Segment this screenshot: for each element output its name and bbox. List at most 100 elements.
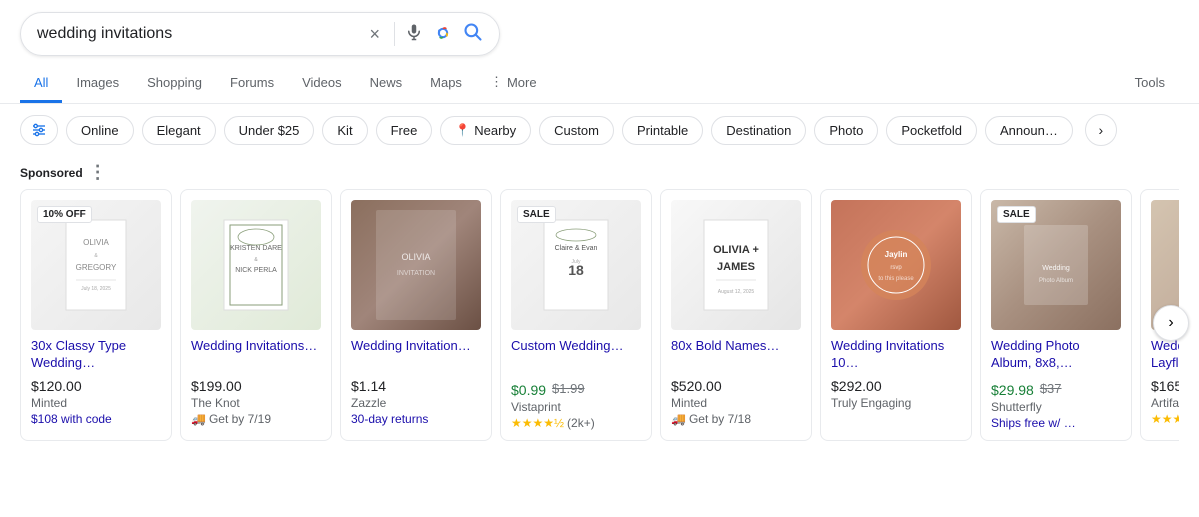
chip-nearby[interactable]: 📍 Nearby [440, 116, 531, 145]
product-seller: Artifact Uprisi… [1151, 396, 1179, 410]
product-rating: ★★★★½ (2k+) [511, 416, 641, 430]
svg-text:August 12, 2025: August 12, 2025 [718, 289, 755, 295]
product-image: SALE Claire & Evan July 18 [511, 200, 641, 330]
search-icon[interactable] [463, 22, 483, 47]
product-price: $165.00 [1151, 378, 1179, 394]
svg-text:July 18, 2025: July 18, 2025 [81, 286, 111, 292]
chip-custom[interactable]: Custom [539, 116, 614, 145]
tab-maps[interactable]: Maps [416, 65, 476, 103]
svg-text:Wedding: Wedding [1042, 265, 1070, 272]
product-seller: Minted [671, 396, 801, 410]
filter-chips: Online Elegant Under $25 Kit Free 📍 Near… [0, 104, 1199, 156]
sponsored-header: Sponsored ⋮ [0, 156, 1199, 189]
svg-text:GREGORY: GREGORY [76, 263, 117, 272]
product-price: $1.14 [351, 378, 481, 394]
svg-text:OLIVIA +: OLIVIA + [713, 244, 759, 256]
product-badge: SALE [997, 206, 1036, 223]
product-title: Wedding Album Layflat… [1151, 338, 1179, 374]
products-container: 10% OFF OLIVIA & GREGORY July 18, 2025 3… [0, 189, 1199, 457]
search-icons: × [365, 22, 483, 47]
product-price-sale: $29.98 [991, 382, 1034, 398]
product-price: $120.00 [31, 378, 161, 394]
lens-icon[interactable] [433, 23, 453, 46]
product-price-original: $37 [1040, 381, 1062, 396]
tab-more[interactable]: ⋮ More [476, 64, 551, 103]
svg-text:KRISTEN DARE: KRISTEN DARE [230, 245, 282, 252]
nav-tabs: All Images Shopping Forums Videos News M… [0, 64, 1199, 104]
product-card[interactable]: OLIVIA + JAMES August 12, 2025 80x Bold … [660, 189, 812, 441]
chip-elegant[interactable]: Elegant [142, 116, 216, 145]
sponsored-menu-icon[interactable]: ⋮ [89, 162, 107, 183]
stars-icon: ★★★★½ [1151, 412, 1179, 426]
tab-forums[interactable]: Forums [216, 65, 288, 103]
svg-text:18: 18 [568, 262, 584, 278]
product-extra: $108 with code [31, 412, 161, 426]
chip-under25[interactable]: Under $25 [224, 116, 315, 145]
tab-news[interactable]: News [356, 65, 417, 103]
product-rating: ★★★★½ (858) [1151, 412, 1179, 426]
tab-tools[interactable]: Tools [1121, 65, 1179, 103]
location-icon: 📍 [455, 123, 470, 137]
products-next-button[interactable]: › [1153, 305, 1189, 341]
svg-text:INVITATION: INVITATION [397, 270, 435, 277]
product-ships-free: Ships free w/ … [991, 416, 1121, 430]
product-price-sale: $0.99 [511, 382, 546, 398]
chip-printable[interactable]: Printable [622, 116, 703, 145]
tab-images[interactable]: Images [62, 65, 133, 103]
chip-free[interactable]: Free [376, 116, 433, 145]
clear-button[interactable]: × [365, 24, 384, 45]
product-seller: Minted [31, 396, 161, 410]
product-image: OLIVIA + JAMES August 12, 2025 [671, 200, 801, 330]
product-price: $199.00 [191, 378, 321, 394]
product-badge: SALE [517, 206, 556, 223]
product-shipping: 🚚 Get by 7/19 [191, 412, 321, 426]
microphone-icon[interactable] [405, 23, 423, 46]
tab-shopping[interactable]: Shopping [133, 65, 216, 103]
product-badge: 10% OFF [37, 206, 92, 223]
filter-settings-chip[interactable] [20, 115, 58, 145]
svg-text:OLIVIA: OLIVIA [83, 238, 109, 247]
product-card[interactable]: SALE Wedding Photo Album Wedding Photo A… [980, 189, 1132, 441]
product-image: Jaylin rsvp to this please [831, 200, 961, 330]
chip-destination[interactable]: Destination [711, 116, 806, 145]
product-card[interactable]: 10% OFF OLIVIA & GREGORY July 18, 2025 3… [20, 189, 172, 441]
chip-pocketfold[interactable]: Pocketfold [886, 116, 977, 145]
product-card[interactable]: OLIVIA INVITATION Wedding Invitation… $1… [340, 189, 492, 441]
tab-videos[interactable]: Videos [288, 65, 356, 103]
search-input[interactable] [37, 25, 357, 43]
svg-text:OLIVIA: OLIVIA [401, 252, 430, 262]
product-image: OLIVIA INVITATION [351, 200, 481, 330]
chip-kit[interactable]: Kit [322, 116, 367, 145]
chip-photo[interactable]: Photo [814, 116, 878, 145]
product-card[interactable]: KRISTEN DARE & NICK PERLA Wedding Invita… [180, 189, 332, 441]
product-price-original: $1.99 [552, 381, 585, 396]
products-grid: 10% OFF OLIVIA & GREGORY July 18, 2025 3… [20, 189, 1179, 441]
product-seller: Truly Engaging [831, 396, 961, 410]
svg-text:NICK PERLA: NICK PERLA [235, 267, 277, 274]
product-title: Wedding Invitation… [351, 338, 481, 374]
product-extra: 30-day returns [351, 412, 481, 426]
product-image: SALE Wedding Photo Album [991, 200, 1121, 330]
stars-icon: ★★★★½ [511, 416, 564, 430]
product-price: $520.00 [671, 378, 801, 394]
search-bar: × [20, 12, 500, 56]
product-image: 10% OFF OLIVIA & GREGORY July 18, 2025 [31, 200, 161, 330]
svg-text:JAMES: JAMES [717, 261, 755, 273]
product-seller: Shutterfly [991, 400, 1121, 414]
chip-announce[interactable]: Announ… [985, 116, 1073, 145]
chips-next-button[interactable]: › [1085, 114, 1117, 146]
divider [394, 22, 395, 46]
product-shipping: 🚚 Get by 7/18 [671, 412, 801, 426]
tab-all[interactable]: All [20, 65, 62, 103]
search-bar-container: × [0, 0, 1199, 64]
product-card[interactable]: SALE Claire & Evan July 18 Custom Weddin… [500, 189, 652, 441]
delivery-icon: 🚚 [191, 412, 206, 426]
svg-text:to this please: to this please [878, 276, 914, 282]
product-price: $292.00 [831, 378, 961, 394]
chip-online[interactable]: Online [66, 116, 134, 145]
more-dots-icon: ⋮ [490, 74, 503, 90]
product-card[interactable]: Jaylin rsvp to this please Wedding Invit… [820, 189, 972, 441]
product-title: Wedding Photo Album, 8x8,… [991, 338, 1121, 374]
product-title: Wedding Invitations 10… [831, 338, 961, 374]
svg-text:Jaylin: Jaylin [885, 250, 908, 259]
